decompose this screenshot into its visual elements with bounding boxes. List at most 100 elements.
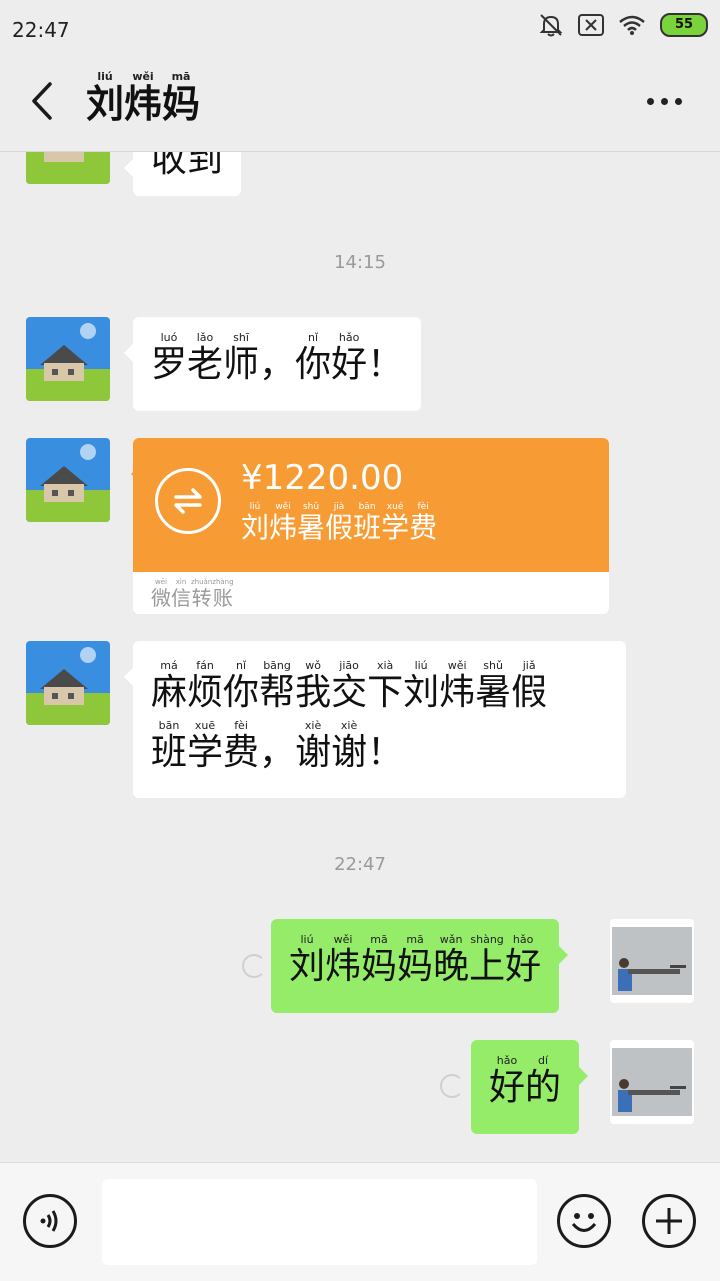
pinyin: xuē: [194, 718, 216, 732]
pinyin: hǎo: [512, 933, 534, 946]
house-avatar-image: [26, 152, 110, 184]
message-text: hǎo 好 dí 的: [489, 1054, 561, 1108]
pinyin: [383, 331, 387, 345]
ruby-char: shī 师: [223, 331, 259, 385]
more-icon[interactable]: [647, 98, 682, 105]
pinyin: jiǎ: [522, 659, 536, 672]
sending-spinner-icon: [440, 1074, 464, 1098]
pinyin: bāng: [263, 659, 291, 672]
input-bar: [0, 1162, 720, 1281]
my-avatar[interactable]: [610, 919, 694, 1003]
ruby-char: zhuǎn 转: [191, 578, 212, 609]
hanzi: 费: [223, 731, 260, 773]
ruby-char: xià 下: [367, 659, 403, 713]
pinyin: xià: [376, 659, 394, 672]
pinyin: luó: [160, 331, 178, 344]
ruby-char: má 麻: [151, 659, 187, 713]
contact-avatar[interactable]: [26, 317, 110, 401]
contact-avatar[interactable]: [26, 438, 110, 522]
hanzi: 学: [381, 511, 410, 544]
ruby-char: bān 班: [353, 502, 381, 544]
contact-avatar[interactable]: [26, 152, 110, 184]
message-list[interactable]: 收到 14:15 luó 罗 lǎo 老 shī 师 ， nǐ 你 hǎo 好 ！: [0, 152, 720, 1162]
transfer-icon: [155, 468, 221, 534]
hanzi: 好: [331, 344, 368, 385]
pinyin: shǔ: [483, 659, 503, 672]
hanzi: 晚: [433, 946, 470, 987]
pinyin: shī: [233, 331, 249, 344]
wifi-icon: [619, 15, 645, 35]
pinyin: xiè: [340, 718, 358, 732]
transfer-label: wēi 微 xìn 信 zhuǎn 转 zhàng 账: [151, 578, 234, 609]
my-message-bubble[interactable]: hǎo 好 dí 的: [471, 1040, 589, 1134]
pinyin: jiāo: [339, 659, 359, 672]
hanzi: 好: [489, 1067, 526, 1108]
ruby-char: nǐ 你: [295, 331, 331, 385]
hanzi: 你: [295, 344, 332, 385]
ruby-char: liú 刘: [241, 502, 269, 544]
my-avatar[interactable]: [610, 1040, 694, 1124]
ruby-char: xuē 学: [187, 719, 223, 773]
hanzi: 妈: [397, 946, 434, 987]
contact-name: liú 刘 wěi 炜 mā 妈: [86, 70, 200, 126]
hanzi: 好: [505, 946, 542, 987]
ruby-char: wěi 炜: [124, 70, 162, 126]
ruby-char: lǎo 老: [187, 331, 223, 385]
my-message-bubble[interactable]: liú 刘 wěi 炜 mā 妈 mā 妈 wǎn 晚 shàng 上 hǎo 好: [271, 919, 569, 1013]
emoji-icon[interactable]: [557, 1194, 611, 1248]
contact-avatar[interactable]: [26, 641, 110, 725]
pinyin: wǎn: [439, 933, 463, 946]
plus-icon[interactable]: [642, 1194, 696, 1248]
transfer-amount: ¥1220.00: [241, 458, 404, 498]
pinyin: wěi: [333, 933, 353, 946]
pinyin: mā: [370, 933, 388, 946]
hanzi: 信: [171, 586, 191, 610]
hanzi: 师: [223, 344, 260, 385]
pinyin: hǎo: [496, 1054, 518, 1067]
house-avatar-image: [26, 641, 110, 725]
hanzi: 假: [325, 511, 354, 544]
ruby-char: liú 刘: [86, 70, 124, 126]
hanzi: 谢: [295, 731, 332, 773]
pinyin: fèi: [234, 718, 248, 732]
message-bubble[interactable]: 收到: [123, 152, 242, 196]
ruby-char: jià 假: [325, 502, 353, 544]
ruby-char: wēi 微: [151, 578, 171, 609]
ruby-char: ！: [367, 331, 403, 385]
hanzi: 账: [212, 586, 233, 610]
message-input[interactable]: [102, 1179, 537, 1265]
hanzi: 微: [151, 586, 171, 610]
ruby-char: hǎo 好: [489, 1054, 525, 1108]
hanzi: ，: [259, 731, 296, 773]
sending-spinner-icon: [242, 954, 266, 978]
hanzi: 刘: [241, 511, 270, 544]
hanzi: 费: [409, 511, 438, 544]
pinyin: nǐ: [308, 331, 319, 344]
hanzi: 谢: [331, 731, 368, 773]
status-time: 22:47: [12, 18, 70, 42]
ruby-char: wěi 炜: [325, 933, 361, 987]
pinyin: shàng: [470, 933, 504, 946]
hanzi: 刘: [289, 946, 326, 987]
message-bubble[interactable]: má 麻 fán 烦 nǐ 你 bāng 帮 wǒ 我 jiāo 交 xià 下 liú 刘 wěi 炜 shǔ 暑 j…: [124, 641, 626, 798]
ruby-char: shǔ 暑: [297, 502, 325, 544]
ruby-char: ，: [259, 331, 295, 385]
chevron-left-icon[interactable]: [28, 80, 58, 122]
ruby-char: wǎn 晚: [433, 933, 469, 987]
battery-icon: 55: [660, 13, 708, 37]
pinyin: fán: [196, 659, 214, 672]
status-bar: 22:47 55: [0, 0, 720, 56]
hanzi: 班: [353, 511, 382, 544]
sim-error-icon: [578, 14, 604, 36]
voice-icon[interactable]: [23, 1194, 77, 1248]
child-photo-avatar-image: [612, 1048, 692, 1116]
pinyin: xiè: [304, 718, 322, 732]
timestamp: 14:15: [334, 252, 386, 273]
ruby-char: nǐ 你: [223, 659, 259, 713]
message-bubble[interactable]: luó 罗 lǎo 老 shī 师 ， nǐ 你 hǎo 好 ！: [123, 317, 422, 411]
house-avatar-image: [26, 317, 110, 401]
ruby-char: mā 妈: [162, 70, 200, 126]
ruby-char: bāng 帮: [259, 659, 295, 713]
hanzi: 炜: [439, 672, 476, 713]
transfer-card[interactable]: ¥1220.00 liú 刘 wěi 炜 shǔ 暑 jià 假 bān 班 xué 学 fèi 费 wē…: [133, 438, 609, 614]
